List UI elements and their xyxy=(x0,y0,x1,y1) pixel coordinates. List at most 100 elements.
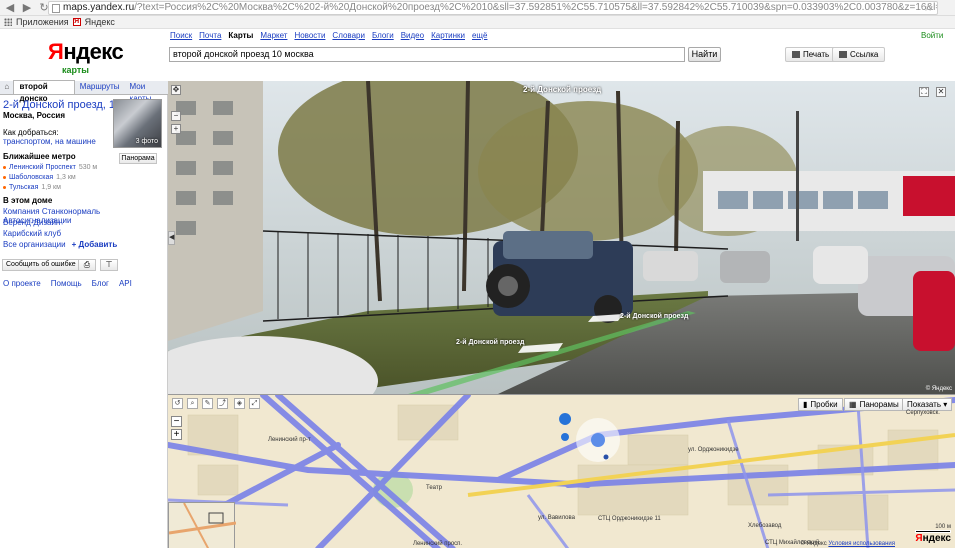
pano-zoom-in-icon[interactable]: + xyxy=(171,124,181,134)
map-route-icon[interactable]: ⤴ xyxy=(217,398,228,409)
panorama-copyright: © Яндекс xyxy=(925,386,952,392)
footer-help[interactable]: Помощь xyxy=(51,279,82,288)
map-label-vavilova: ул. Вавилова xyxy=(538,515,575,521)
login-link[interactable]: Войти xyxy=(921,31,943,40)
search-input[interactable]: второй донской проезд 10 москва xyxy=(169,47,685,62)
map-label-leninsky: Ленинский пр-т xyxy=(268,437,311,443)
fullscreen-icon[interactable]: ⛶ xyxy=(919,87,929,97)
in-this-house-title: В этом доме xyxy=(3,196,53,205)
metro-distance: 1,9 км xyxy=(41,183,61,191)
place-title[interactable]: 2-й Донской проезд, 10 xyxy=(3,99,121,111)
bookmark-apps[interactable]: Приложения xyxy=(16,17,69,27)
panorama-title: 2-й Донской проезд xyxy=(523,85,602,94)
map-zoom-in-icon[interactable]: + xyxy=(171,429,182,440)
organization-list: Компания Станконормаль Автосигнализации … xyxy=(3,207,167,251)
directions-link[interactable]: транспортом, на машине xyxy=(3,137,96,146)
service-mail[interactable]: Почта xyxy=(199,31,221,40)
metro-item[interactable]: Тульская 1,9 км xyxy=(3,182,97,192)
metro-name[interactable]: Шаболовская xyxy=(9,174,53,181)
panorama-button[interactable]: Панорама xyxy=(119,153,157,164)
overview-minimap[interactable] xyxy=(168,502,237,548)
footer-links: О проекте Помощь Блог API xyxy=(3,279,132,288)
all-organizations-link[interactable]: Все организации xyxy=(3,240,66,249)
street-panorama[interactable]: 2-й Донской проезд ✥ − + ⛶ ✕ ◀ 2-й Донск… xyxy=(168,81,955,394)
logo-subtitle[interactable]: карты xyxy=(62,65,89,75)
service-dictionaries[interactable]: Словари xyxy=(332,31,365,40)
traffic-icon: ▮ xyxy=(803,400,808,409)
map-zoom-tool-icon[interactable]: ⌕ xyxy=(187,398,198,409)
terms-link[interactable]: Условия использования xyxy=(828,541,895,547)
place-subtitle: Москва, Россия xyxy=(3,111,66,120)
back-icon[interactable]: ◀ xyxy=(3,1,17,15)
add-organization-link[interactable]: + Добавить xyxy=(72,240,118,249)
yandex-logo[interactable]: Яндекс xyxy=(48,39,124,65)
road-label: 2-й Донской проезд xyxy=(620,313,689,320)
metro-item[interactable]: Ленинский Проспект 530 м xyxy=(3,162,97,172)
tab-routes[interactable]: Маршруты xyxy=(75,81,125,94)
forward-icon[interactable]: ▶ xyxy=(20,1,34,15)
map-label-stc: СТЦ Орджоникидзе 11 xyxy=(598,516,661,522)
service-blogs[interactable]: Блоги xyxy=(372,31,394,40)
footer-api[interactable]: API xyxy=(119,279,132,288)
service-more[interactable]: ещё xyxy=(472,31,487,40)
service-search[interactable]: Поиск xyxy=(170,31,192,40)
apps-icon[interactable] xyxy=(4,18,12,26)
pano-zoom-out-icon[interactable]: − xyxy=(171,111,181,121)
footer-about[interactable]: О проекте xyxy=(3,279,41,288)
printer-icon xyxy=(792,51,800,58)
panoramas-icon: ▦ xyxy=(849,400,857,409)
yandex-favicon-icon: Я xyxy=(72,18,81,26)
map-view[interactable]: ↺ ⌕ ✎ ⤴ ◈ ⤢ − + ▮ Пробки ▦ Панорамы Показа… xyxy=(168,394,955,548)
panorama-scene xyxy=(168,81,955,394)
print-button[interactable]: Печать xyxy=(785,47,837,62)
map-expand-icon[interactable]: ⤢ xyxy=(249,398,260,409)
home-tab-icon[interactable]: ⌂ xyxy=(0,81,13,94)
map-label-khlebozavod: Хлебозавод xyxy=(748,523,782,529)
metro-dot-icon xyxy=(3,165,6,169)
tab-search-result[interactable]: второй донско xyxy=(13,80,75,103)
report-error-button[interactable]: Сообщить об ошибке xyxy=(2,259,80,271)
bookmarks-bar: Приложения Я Яндекс xyxy=(0,16,955,29)
metro-distance: 1,3 км xyxy=(56,173,76,181)
print-small-icon[interactable]: ⎙ xyxy=(78,259,96,271)
find-button[interactable]: Найти xyxy=(688,47,721,62)
metro-name[interactable]: Тульская xyxy=(9,184,38,191)
traffic-button[interactable]: ▮ Пробки xyxy=(798,398,843,411)
organization-item[interactable]: Веренд-Дизайн xyxy=(3,218,167,229)
panoramas-button[interactable]: ▦ Панорамы xyxy=(844,398,904,411)
metro-item[interactable]: Шаболовская 1,3 км xyxy=(3,172,97,182)
map-ruler-icon[interactable]: ✎ xyxy=(202,398,213,409)
service-news[interactable]: Новости xyxy=(294,31,325,40)
left-panel: ⌂ второй донско Маршруты Мои карты 2-й Д… xyxy=(0,80,168,548)
map-label-leninsky-south: Ленинский просп. xyxy=(413,541,463,547)
organization-item[interactable]: Компания Станконормаль Автосигнализации xyxy=(3,207,167,225)
metro-list: Ленинский Проспект 530 м Шаболовская 1,3 к… xyxy=(3,162,97,192)
map-canvas xyxy=(168,395,955,548)
pano-pan-icon[interactable]: ✥ xyxy=(171,85,181,95)
map-layers-icon[interactable]: ◈ xyxy=(234,398,245,409)
traffic-label: Пробки xyxy=(810,400,838,409)
bookmark-yandex[interactable]: Яндекс xyxy=(85,17,115,27)
address-bar[interactable]: maps.yandex.ru/?text=Россия%2C%20Москва%… xyxy=(48,1,938,15)
service-images[interactable]: Картинки xyxy=(431,31,465,40)
service-video[interactable]: Видео xyxy=(401,31,424,40)
directions-label: Как добраться: xyxy=(3,128,59,137)
collapse-panel-icon[interactable]: ◀ xyxy=(168,231,175,245)
metro-name[interactable]: Ленинский Проспект xyxy=(9,164,76,171)
place-photo[interactable]: 3 фото xyxy=(113,99,162,148)
map-pan-tool-icon[interactable]: ↺ xyxy=(172,398,183,409)
footer-blog[interactable]: Блог xyxy=(92,279,109,288)
organization-item[interactable]: Карибский клуб xyxy=(3,229,167,240)
link-icon xyxy=(839,51,847,58)
pano-close-icon[interactable]: ✕ xyxy=(936,87,946,97)
metro-dot-icon xyxy=(3,185,6,189)
organizations-footer: Все организации + Добавить xyxy=(3,240,167,251)
map-zoom-out-icon[interactable]: − xyxy=(171,416,182,427)
link-button[interactable]: Ссылка xyxy=(832,47,886,62)
tab-my-maps[interactable]: Мои карты xyxy=(125,81,168,103)
star-icon[interactable]: ☆ xyxy=(923,2,933,14)
map-yandex-logo[interactable]: Яндекс xyxy=(915,533,951,544)
service-market[interactable]: Маркет xyxy=(260,31,287,40)
services-menu: Поиск Почта Карты Маркет Новости Словари… xyxy=(170,31,487,40)
pin-small-icon[interactable]: ⊤ xyxy=(100,259,118,271)
